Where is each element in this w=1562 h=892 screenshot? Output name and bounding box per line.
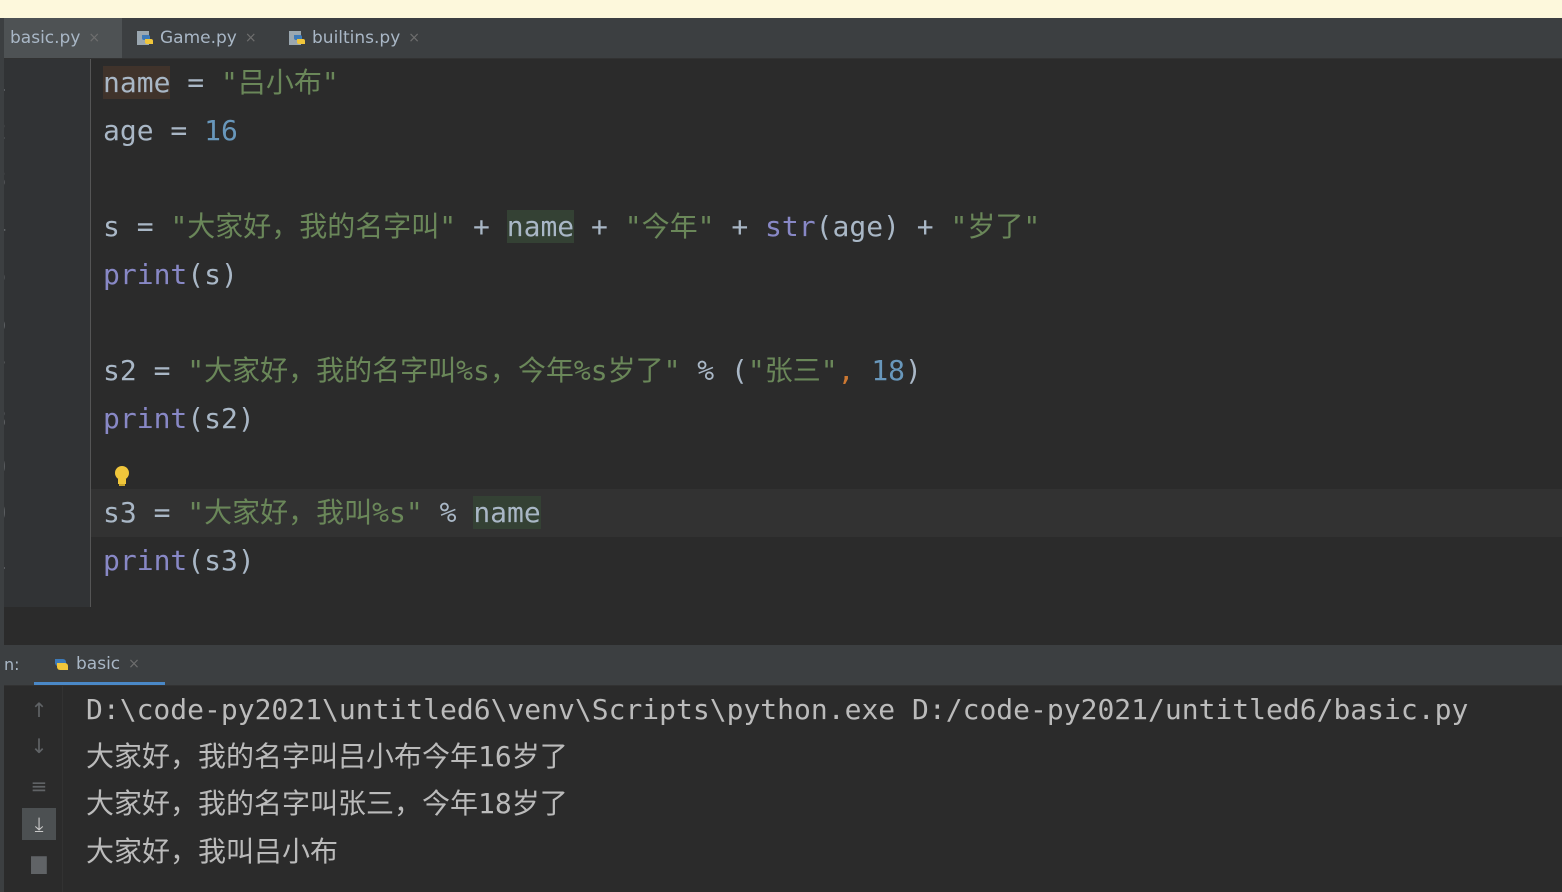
console-toolbar: ↑ ↓ ≡ ⤓ ▆ <box>0 686 63 892</box>
run-console[interactable]: ↑ ↓ ≡ ⤓ ▆ D:\code-py2021\untitled6\venv\… <box>0 686 1562 892</box>
lightbulb-icon[interactable] <box>112 464 132 488</box>
python-file-icon <box>289 31 305 45</box>
python-icon <box>55 658 68 670</box>
run-tool-window-header: n: basic × <box>0 645 1562 686</box>
scroll-to-end-icon[interactable]: ⤓ <box>22 808 56 840</box>
tab-label: basic.py <box>10 28 81 48</box>
run-label: n: <box>4 655 20 674</box>
console-line: 大家好，我叫吕小布 <box>86 835 339 868</box>
tab-game-py[interactable]: Game.py × <box>136 18 276 58</box>
code-line-2: age = 16 <box>103 114 238 147</box>
panel-splitter[interactable] <box>0 607 1562 645</box>
python-file-icon <box>137 31 153 45</box>
code-line-10: s3 = "大家好，我叫%s" % name <box>103 496 541 529</box>
notification-bar <box>0 0 1562 18</box>
code-line-1: name = "吕小布" <box>103 66 339 99</box>
console-line: 大家好，我的名字叫张三，今年18岁了 <box>86 787 568 820</box>
editor-tab-bar: basic.py × Game.py × builtins.py × <box>0 18 1562 59</box>
line-number-gutter: 1 2 3 4 5 6 7 8 9 0 1 <box>0 59 90 607</box>
soft-wrap-icon[interactable]: ≡ <box>22 770 56 802</box>
run-tab-label: basic <box>76 653 121 674</box>
close-icon[interactable]: × <box>128 656 140 672</box>
tab-basic-py[interactable]: basic.py × <box>0 18 122 58</box>
console-line: 大家好，我的名字叫吕小布今年16岁了 <box>86 740 568 773</box>
window-left-edge <box>0 18 4 892</box>
tab-builtins-py[interactable]: builtins.py × <box>288 18 438 58</box>
code-line-11: print(s3) <box>103 544 255 577</box>
arrow-down-icon[interactable]: ↓ <box>22 730 56 762</box>
close-icon[interactable]: × <box>408 30 420 46</box>
print-icon[interactable]: ▆ <box>22 846 56 878</box>
close-icon[interactable]: × <box>88 30 100 46</box>
code-line-8: print(s2) <box>103 402 255 435</box>
code-editor[interactable]: 1 2 3 4 5 6 7 8 9 0 1 name = "吕小布" age =… <box>0 59 1562 607</box>
tab-label: Game.py <box>160 28 237 48</box>
code-line-7: s2 = "大家好，我的名字叫%s，今年%s岁了" % ("张三", 18) <box>103 354 922 387</box>
code-line-4: s = "大家好，我的名字叫" + name + "今年" + str(age)… <box>103 210 1041 243</box>
console-line: D:\code-py2021\untitled6\venv\Scripts\py… <box>86 693 1469 726</box>
run-tab-basic[interactable]: basic × <box>34 645 165 685</box>
close-icon[interactable]: × <box>245 30 257 46</box>
arrow-up-icon[interactable]: ↑ <box>22 694 56 726</box>
tab-label: builtins.py <box>312 28 401 48</box>
code-line-5: print(s) <box>103 258 238 291</box>
